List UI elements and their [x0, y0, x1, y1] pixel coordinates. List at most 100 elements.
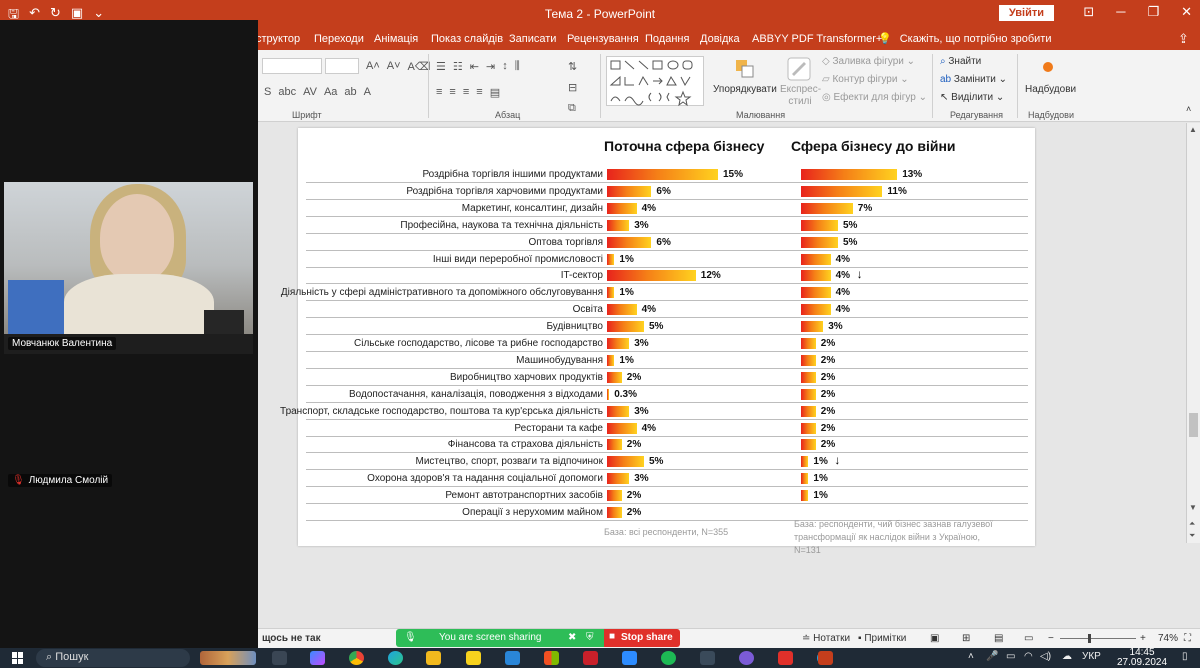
share-icon[interactable]: ⇪ — [1178, 31, 1189, 47]
ribbon-display-icon[interactable]: ⊡ — [1083, 4, 1094, 20]
decrease-font-icon[interactable]: A˅ — [387, 60, 401, 73]
smartart-icon[interactable]: ⧉ — [568, 102, 577, 115]
indent-less-icon[interactable]: ⇤ — [470, 60, 479, 73]
mail-icon[interactable] — [505, 651, 520, 665]
slide[interactable]: Поточна сфера бізнесу Сфера бізнесу до в… — [280, 128, 1035, 555]
mic-muted-icon[interactable]: ✖ — [568, 632, 576, 643]
bullets-icon[interactable]: ☰ — [436, 60, 446, 73]
volume-icon[interactable]: ◁) — [1040, 651, 1051, 662]
shape-fill-button[interactable]: ◇ Заливка фігури ⌄ — [822, 56, 915, 67]
justify-icon[interactable]: ≡ — [476, 86, 482, 99]
maximize-icon[interactable]: ❐ — [1147, 4, 1159, 20]
case-icon[interactable]: Aa — [324, 86, 337, 98]
zoom-slider[interactable] — [1060, 638, 1136, 639]
zoom-out-icon[interactable]: − — [1048, 633, 1054, 644]
widgets-icon[interactable] — [200, 651, 256, 665]
participant-tile[interactable]: Мовчанюк Валентина — [4, 182, 253, 354]
text-direction-icon[interactable]: ⇅ — [568, 60, 577, 73]
select-button[interactable]: ↖ Виділити ⌄ — [940, 92, 1004, 103]
arrange-label[interactable]: Упорядкувати — [713, 84, 777, 95]
close-icon[interactable]: ✕ — [1181, 4, 1192, 20]
copilot-icon[interactable] — [310, 651, 325, 665]
tab-abbyy[interactable]: ABBYY PDF Transformer+ — [752, 33, 882, 45]
notes-button[interactable]: ≐ Нотатки — [802, 633, 850, 644]
align-center-icon[interactable]: ≡ — [449, 86, 455, 99]
tab-record[interactable]: Записати — [509, 33, 556, 45]
clear-format-icon[interactable]: A⌫ — [408, 60, 431, 73]
tab-design[interactable]: структор — [256, 33, 300, 45]
find-button[interactable]: ⌕ Знайти — [940, 56, 981, 67]
wifi-icon[interactable]: ◠ — [1024, 651, 1033, 662]
windows-start-icon[interactable] — [12, 652, 24, 664]
align-text-icon[interactable]: ⊟ — [568, 81, 577, 94]
sharing-indicator[interactable]: 🎙 You are screen sharing ✖ ⛨ — [396, 629, 604, 647]
battery-icon[interactable]: ▭ — [1006, 651, 1015, 662]
reading-view-icon[interactable]: ▤ — [994, 633, 1003, 644]
file-explorer-icon[interactable] — [426, 651, 441, 665]
distribute-icon[interactable]: ▤ — [490, 86, 500, 99]
comments-button[interactable]: ▪ Примітки — [858, 633, 906, 644]
participant-tile[interactable]: 🎙 Людмила Смолій — [4, 474, 253, 492]
align-right-icon[interactable]: ≡ — [463, 86, 469, 99]
tab-help[interactable]: Довідка — [700, 33, 740, 45]
stop-share-button[interactable]: ■ Stop share — [604, 629, 680, 647]
slideshow-icon[interactable]: ▭ — [1024, 633, 1033, 644]
viber-icon[interactable] — [739, 651, 754, 665]
spacing-icon[interactable]: AV — [303, 86, 317, 98]
tab-slideshow[interactable]: Показ слайдів — [431, 33, 503, 45]
replace-button[interactable]: ab Замінити ⌄ — [940, 74, 1007, 85]
collapse-ribbon-icon[interactable]: ˄ — [1186, 104, 1191, 114]
scroll-thumb[interactable] — [1189, 413, 1198, 437]
indent-more-icon[interactable]: ⇥ — [486, 60, 495, 73]
increase-font-icon[interactable]: A˄ — [366, 60, 380, 73]
prev-slide-icon[interactable]: ⏶ — [1189, 519, 1195, 529]
app-icon[interactable] — [466, 651, 481, 665]
vertical-scrollbar[interactable]: ▲ ▼ ⏶ ⏷ — [1186, 123, 1200, 543]
abc-icon[interactable]: abc — [278, 86, 296, 98]
zoom-icon[interactable] — [622, 651, 637, 665]
font-name-box[interactable] — [262, 58, 322, 74]
tab-transitions[interactable]: Переходи — [314, 33, 364, 45]
columns-icon[interactable]: ⫼ — [515, 60, 520, 73]
quick-styles-label[interactable]: Експрес-стилі — [780, 84, 821, 108]
scroll-down-icon[interactable]: ▼ — [1189, 503, 1197, 512]
addins-icon[interactable] — [1043, 62, 1053, 72]
minimize-icon[interactable]: ─ — [1116, 4, 1125, 20]
shapes-gallery[interactable] — [606, 56, 704, 107]
zoom-in-icon[interactable]: + — [1140, 633, 1146, 644]
zoom-slider-thumb[interactable] — [1088, 634, 1091, 643]
chrome-icon[interactable] — [349, 651, 364, 665]
language-indicator[interactable]: УКР — [1082, 651, 1101, 662]
arrange-icon[interactable] — [734, 58, 754, 78]
strike-icon[interactable]: S — [264, 86, 271, 98]
notifications-icon[interactable]: ▯ — [1182, 651, 1188, 662]
taskbar-search[interactable]: ⌕ Пошук — [36, 649, 190, 667]
app-icon[interactable] — [583, 651, 598, 665]
tab-animations[interactable]: Анімація — [374, 33, 418, 45]
edge-icon[interactable] — [388, 651, 403, 665]
spotify-icon[interactable] — [661, 651, 676, 665]
normal-view-icon[interactable]: ▣ — [930, 633, 939, 644]
shape-outline-button[interactable]: ▱ Контур фігури ⌄ — [822, 74, 909, 85]
addins-button-label[interactable]: Надбудови — [1025, 84, 1076, 95]
task-view-icon[interactable] — [272, 651, 287, 665]
cloud-icon[interactable]: ☁ — [1062, 651, 1072, 662]
quick-styles-icon[interactable] — [786, 56, 811, 81]
sign-in-button[interactable]: Увійти — [998, 5, 1054, 21]
powerpoint-icon[interactable] — [818, 651, 833, 665]
line-spacing-icon[interactable]: ↕ — [502, 60, 508, 73]
font-color-icon[interactable]: A — [364, 86, 371, 98]
next-slide-icon[interactable]: ⏷ — [1189, 531, 1195, 541]
app-icon[interactable] — [778, 651, 793, 665]
tab-view[interactable]: Подання — [645, 33, 689, 45]
numbering-icon[interactable]: ☷ — [453, 60, 463, 73]
clock[interactable]: 14:45 27.09.2024 — [1117, 648, 1167, 668]
font-size-box[interactable] — [325, 58, 359, 74]
tell-me-box[interactable]: 💡 Скажіть, що потрібно зробити — [878, 32, 1052, 46]
tray-chevron-icon[interactable]: ˄ — [968, 651, 974, 662]
tab-review[interactable]: Рецензування — [567, 33, 639, 45]
mic-icon[interactable]: 🎤 — [986, 651, 998, 662]
shield-icon[interactable]: ⛨ — [586, 632, 594, 643]
highlight-icon[interactable]: ab — [344, 86, 356, 98]
slide-sorter-icon[interactable]: ⊞ — [962, 633, 970, 644]
